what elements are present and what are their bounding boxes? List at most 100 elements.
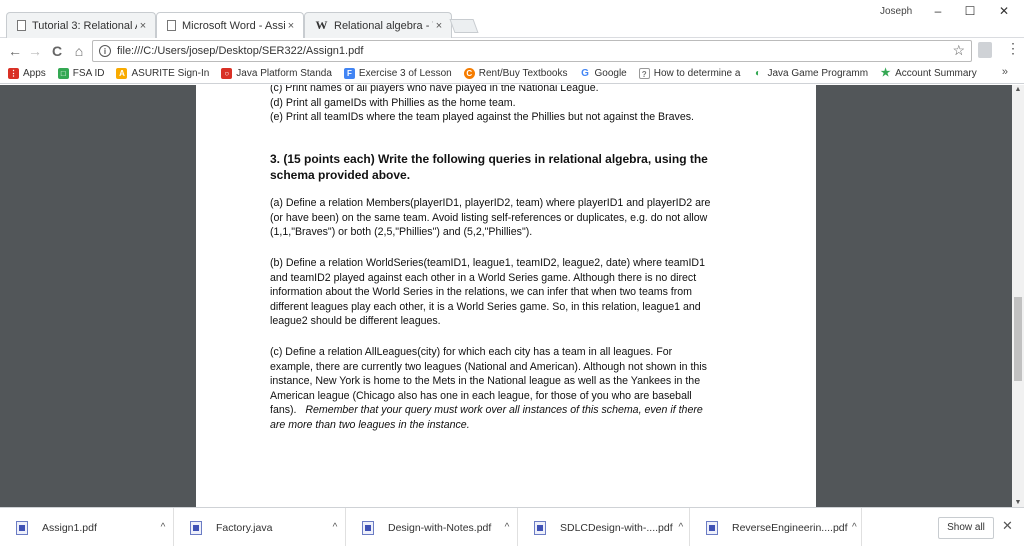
pdf-page: (c) Print names of all players who have …: [196, 85, 816, 507]
text-line: instance, New York is home to the Mets i…: [270, 375, 701, 388]
text-line: (or have been) on the same team. Avoid l…: [270, 211, 708, 224]
maximize-button[interactable]: ☐: [958, 4, 982, 18]
download-label: Assign1.pdf: [42, 521, 97, 534]
bookmark-label: Apps: [23, 68, 46, 79]
question-3b: (b) Define a relation WorldSeries(teamID…: [270, 256, 750, 329]
bookmark-label: Java Platform Standa: [236, 68, 332, 79]
download-label: SDLCDesign-with-....pdf: [560, 521, 673, 534]
scrollbar[interactable]: ▲ ▼: [1012, 85, 1024, 507]
chevron-up-icon[interactable]: ^: [153, 522, 173, 533]
question-3a: (a) Define a relation Members(playerID1,…: [270, 196, 750, 240]
text-line: different leagues play each other, it is…: [270, 300, 701, 313]
chegg-icon: C: [463, 68, 475, 79]
info-icon[interactable]: i: [99, 45, 111, 57]
bookmark-label: How to determine a: [653, 68, 741, 79]
url-text[interactable]: file:///C:/Users/josep/Desktop/SER322/As…: [117, 45, 363, 57]
question-3c: (c) Define a relation AllLeagues(city) f…: [270, 345, 750, 433]
tab-label: Microsoft Word - Assign: [182, 19, 285, 32]
bookmark-label: Java Game Programm: [767, 68, 869, 79]
scroll-up-icon[interactable]: ▲: [1012, 86, 1024, 93]
bookmark-apps[interactable]: ⋮ Apps: [8, 68, 46, 79]
bookmark-java-platform[interactable]: ○ Java Platform Standa: [221, 68, 332, 79]
question-2d: (d) Print all gameIDs with Phillies as t…: [270, 96, 516, 109]
text-fragment: fans).: [270, 404, 306, 417]
pdf-file-icon: [706, 520, 718, 535]
fsa-icon: □: [57, 68, 69, 79]
star-icon: ★: [880, 67, 892, 79]
text-line: (1,1,"Braves") or both (2,5,"Phillies") …: [270, 226, 533, 239]
close-tab-icon[interactable]: ×: [285, 20, 297, 32]
text-line: and teamID2 played against each other in…: [270, 271, 697, 284]
download-label: Factory.java: [216, 521, 273, 534]
profile-name[interactable]: Joseph: [880, 6, 912, 17]
bookmark-label: ASURITE Sign-In: [131, 68, 210, 79]
text-line: league2 should be different leagues.: [270, 315, 441, 328]
toolbar: ← → C ⌂ i file:///C:/Users/josep/Desktop…: [0, 38, 1024, 64]
tab-strip: Tutorial 3: Relational Alge × Microsoft …: [0, 0, 1024, 38]
bookmark-rent-buy-textbooks[interactable]: C Rent/Buy Textbooks: [463, 68, 568, 79]
apps-icon: ⋮: [8, 68, 19, 79]
new-tab-button[interactable]: [449, 19, 479, 33]
scrollbar-thumb[interactable]: [1014, 297, 1022, 381]
minimize-button[interactable]: –: [926, 4, 950, 18]
download-item[interactable]: Assign1.pdf ^: [0, 508, 174, 546]
chevron-up-icon[interactable]: ^: [848, 522, 861, 533]
close-tab-icon[interactable]: ×: [433, 20, 445, 32]
bookmark-fsa-id[interactable]: □ FSA ID: [57, 68, 105, 79]
download-item[interactable]: ReverseEngineerin....pdf ^: [690, 508, 862, 546]
back-icon[interactable]: ←: [6, 42, 24, 60]
bookmark-label: Rent/Buy Textbooks: [478, 68, 568, 79]
bookmark-label: FSA ID: [72, 68, 105, 79]
address-bar[interactable]: i file:///C:/Users/josep/Desktop/SER322/…: [92, 40, 972, 62]
chevron-up-icon[interactable]: ^: [325, 522, 345, 533]
wikipedia-icon: W: [315, 18, 328, 32]
reload-icon[interactable]: C: [48, 42, 66, 60]
bookmark-google[interactable]: G Google: [579, 68, 627, 79]
forward-icon[interactable]: →: [26, 42, 44, 60]
download-label: ReverseEngineerin....pdf: [732, 521, 848, 534]
scroll-down-icon[interactable]: ▼: [1012, 499, 1024, 506]
text-line: American league (Chicago also has one in…: [270, 389, 692, 402]
star-icon[interactable]: ☆: [952, 42, 965, 59]
italic-note: are more than two leagues in the instanc…: [270, 418, 470, 431]
download-item[interactable]: SDLCDesign-with-....pdf ^: [518, 508, 690, 546]
close-tab-icon[interactable]: ×: [137, 20, 149, 32]
download-item[interactable]: Factory.java ^: [174, 508, 346, 546]
close-icon[interactable]: ✕: [1002, 518, 1013, 534]
bookmark-exercise-3[interactable]: F Exercise 3 of Lesson: [343, 68, 452, 79]
show-all-button[interactable]: Show all: [938, 517, 994, 539]
tab-label: Tutorial 3: Relational Alge: [32, 19, 137, 32]
bookmarks-overflow-icon[interactable]: »: [1002, 66, 1008, 78]
text-line: (a) Define a relation Members(playerID1,…: [270, 197, 711, 209]
close-window-button[interactable]: ✕: [992, 4, 1016, 18]
extension-icon[interactable]: [978, 42, 992, 58]
pdf-viewport: (c) Print names of all players who have …: [0, 85, 1012, 507]
document-icon: [17, 20, 26, 31]
bookmark-java-game[interactable]: ◐ Java Game Programm: [752, 68, 868, 79]
tab-tutorial[interactable]: Tutorial 3: Relational Alge ×: [6, 12, 156, 38]
document-icon: [167, 20, 176, 31]
tab-wikipedia[interactable]: W Relational algebra - Wiki ×: [304, 12, 452, 38]
section-3-heading-line2: schema provided above.: [270, 168, 411, 182]
bookmark-how-to-determine[interactable]: ? How to determine a: [638, 68, 741, 79]
java-file-icon: [190, 520, 202, 535]
download-item[interactable]: Design-with-Notes.pdf ^: [346, 508, 518, 546]
pdf-file-icon: [362, 520, 374, 535]
pdf-file-icon: [16, 520, 28, 535]
chevron-up-icon[interactable]: ^: [673, 522, 689, 533]
bookmark-account-summary[interactable]: ★ Account Summary: [880, 68, 977, 79]
bookmark-label: Google: [594, 68, 627, 79]
home-icon[interactable]: ⌂: [70, 42, 88, 60]
oracle-icon: ○: [221, 68, 233, 79]
bookmark-label: Exercise 3 of Lesson: [358, 68, 452, 79]
pdf-file-icon: [534, 520, 546, 535]
download-label: Design-with-Notes.pdf: [388, 521, 492, 534]
tab-microsoft-word[interactable]: Microsoft Word - Assign ×: [156, 12, 304, 38]
bookmark-asurite[interactable]: A ASURITE Sign-In: [116, 68, 209, 79]
flashcard-icon: F: [343, 68, 355, 79]
menu-icon[interactable]: ⋮: [1006, 40, 1020, 57]
bookmarks-bar: ⋮ Apps □ FSA ID A ASURITE Sign-In ○ Java…: [0, 64, 1024, 84]
download-shelf: Assign1.pdf ^ Factory.java ^ Design-with…: [0, 507, 1024, 546]
chevron-up-icon[interactable]: ^: [497, 522, 517, 533]
google-icon: G: [579, 68, 591, 79]
